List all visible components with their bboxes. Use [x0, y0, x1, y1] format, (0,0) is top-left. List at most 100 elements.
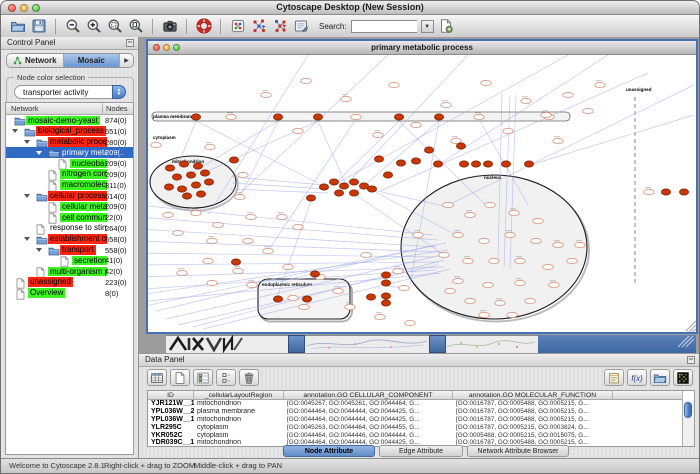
- tab-mosaic[interactable]: Mosaic: [64, 54, 121, 67]
- network-node-unselected[interactable]: [246, 214, 256, 219]
- network-node-unselected[interactable]: [203, 258, 213, 263]
- select-attributes-button[interactable]: [193, 369, 213, 386]
- column-header-ID[interactable]: ID: [148, 391, 194, 400]
- network-node-selected[interactable]: [471, 161, 480, 167]
- network-node-unselected[interactable]: [411, 122, 421, 127]
- network-node-unselected[interactable]: [583, 108, 593, 113]
- network-node-selected[interactable]: [367, 186, 376, 192]
- network-node-unselected[interactable]: [263, 248, 273, 253]
- table-row-YPL036W__2[interactable]: YPL036W__2plasma membrane[GO:0044464, GO…: [148, 408, 694, 416]
- close-view-button[interactable]: [153, 44, 160, 51]
- network-node-unselected[interactable]: [151, 142, 161, 147]
- network-node-unselected[interactable]: [226, 114, 236, 119]
- tab-edge-attribute-browser[interactable]: Edge Attribute Browser: [379, 445, 463, 457]
- network-canvas[interactable]: plasma membranecytoplasmmitochondrionnuc…: [148, 55, 696, 332]
- network-node-unselected[interactable]: [465, 298, 475, 303]
- tab-overflow-arrow[interactable]: ▶: [120, 54, 133, 67]
- network-node-unselected[interactable]: [333, 288, 343, 293]
- network-node-unselected[interactable]: [441, 102, 451, 107]
- attribute-table-button[interactable]: [147, 369, 167, 386]
- network-node-unselected[interactable]: [163, 212, 173, 217]
- network-node-unselected[interactable]: [465, 212, 475, 217]
- open-session-button[interactable]: [9, 18, 26, 35]
- network-node-unselected[interactable]: [389, 82, 399, 87]
- tree-row-establishment-of-lo[interactable]: establishment of lo558(0): [6, 234, 133, 245]
- network-node-selected[interactable]: [334, 190, 343, 196]
- function-builder-button[interactable]: [627, 369, 647, 386]
- node-color-dropdown[interactable]: transporter activity ▲▼: [14, 85, 126, 99]
- network-node-unselected[interactable]: [453, 278, 463, 283]
- tree-row-overview[interactable]: Overview8(0): [6, 288, 133, 299]
- zoom-out-button[interactable]: [64, 18, 81, 35]
- table-scrollbar[interactable]: [682, 400, 694, 446]
- table-row-YPL036W__1[interactable]: YPL036W__1mitochondrion[GO:0044464, GO:0…: [148, 416, 694, 424]
- app-titlebar[interactable]: Cytoscape Desktop (New Session): [1, 1, 699, 15]
- network-node-unselected[interactable]: [283, 264, 293, 269]
- disclosure-triangle-icon[interactable]: [12, 129, 18, 133]
- help-button[interactable]: [195, 18, 212, 35]
- dropdown-stepper-icon[interactable]: ▲▼: [112, 85, 126, 99]
- network-node-selected[interactable]: [381, 293, 390, 299]
- network-node-selected[interactable]: [193, 163, 202, 169]
- tree-row-nitrogen-compo[interactable]: nitrogen compo209(0): [6, 169, 133, 180]
- network-node-unselected[interactable]: [549, 282, 559, 287]
- network-node-selected[interactable]: [204, 179, 213, 185]
- network-node-unselected[interactable]: [341, 96, 351, 101]
- network-node-selected[interactable]: [229, 157, 238, 163]
- network-node-unselected[interactable]: [533, 218, 543, 223]
- network-node-unselected[interactable]: [525, 298, 535, 303]
- disclosure-triangle-icon[interactable]: [36, 248, 42, 252]
- network-node-unselected[interactable]: [595, 82, 605, 87]
- network-node-unselected[interactable]: [474, 114, 484, 119]
- background-window-border[interactable]: [429, 335, 446, 353]
- network-node-unselected[interactable]: [563, 92, 573, 97]
- network-node-unselected[interactable]: [351, 114, 361, 119]
- network-node-selected[interactable]: [186, 172, 195, 178]
- search-dropdown-arrow-icon[interactable]: ▼: [421, 20, 434, 33]
- network-node-selected[interactable]: [191, 182, 200, 188]
- delete-attribute-button[interactable]: [239, 369, 259, 386]
- network-node-selected[interactable]: [313, 114, 322, 120]
- network-node-selected[interactable]: [273, 114, 282, 120]
- network-node-selected[interactable]: [374, 156, 383, 162]
- network-node-selected[interactable]: [200, 170, 209, 176]
- network-node-unselected[interactable]: [515, 280, 525, 285]
- import-attributes-button[interactable]: [271, 18, 288, 35]
- network-view-titlebar[interactable]: primary metabolic process: [148, 41, 696, 55]
- network-node-unselected[interactable]: [173, 230, 183, 235]
- column-header-_cellularLayoutRegion[interactable]: _cellularLayoutRegion: [194, 391, 284, 400]
- network-node-unselected[interactable]: [345, 304, 355, 309]
- background-window-titlebar[interactable]: [538, 335, 696, 353]
- network-node-selected[interactable]: [424, 147, 433, 153]
- network-node-selected[interactable]: [661, 189, 670, 195]
- tree-row-cellular-metabol[interactable]: cellular metabol209(0): [6, 201, 133, 212]
- network-node-unselected[interactable]: [213, 222, 223, 227]
- network-node-selected[interactable]: [231, 259, 240, 265]
- tree-row-transport[interactable]: transport558(0): [6, 245, 133, 256]
- float-data-panel-icon[interactable]: [687, 356, 695, 364]
- zoom-selected-region-button[interactable]: [106, 18, 123, 35]
- tree-row-secretion[interactable]: secretion41(0): [6, 255, 133, 266]
- network-node-unselected[interactable]: [443, 202, 453, 207]
- network-node-selected[interactable]: [501, 161, 510, 167]
- network-node-selected[interactable]: [191, 114, 200, 120]
- network-node-unselected[interactable]: [505, 232, 515, 237]
- float-panel-icon[interactable]: [126, 39, 134, 47]
- tree-row-unassigned[interactable]: unassigned223(0): [6, 277, 133, 288]
- search-options-button[interactable]: [438, 18, 455, 35]
- network-node-unselected[interactable]: [479, 312, 489, 317]
- background-network-thumbnail[interactable]: [166, 335, 250, 353]
- network-node-unselected[interactable]: [247, 282, 257, 287]
- network-node-unselected[interactable]: [503, 128, 513, 133]
- network-node-unselected[interactable]: [543, 264, 553, 269]
- network-node-selected[interactable]: [459, 161, 468, 167]
- table-row-YKR052C[interactable]: YKR052Ccytoplasm[GO:0044464, GO:0044446,…: [148, 432, 694, 440]
- network-node-selected[interactable]: [433, 161, 442, 167]
- network-node-selected[interactable]: [394, 114, 403, 120]
- export-image-button[interactable]: [161, 18, 178, 35]
- create-attribute-button[interactable]: [170, 369, 190, 386]
- network-node-selected[interactable]: [179, 161, 188, 167]
- network-node-unselected[interactable]: [507, 312, 517, 317]
- network-node-selected[interactable]: [172, 174, 181, 180]
- network-node-selected[interactable]: [456, 143, 465, 149]
